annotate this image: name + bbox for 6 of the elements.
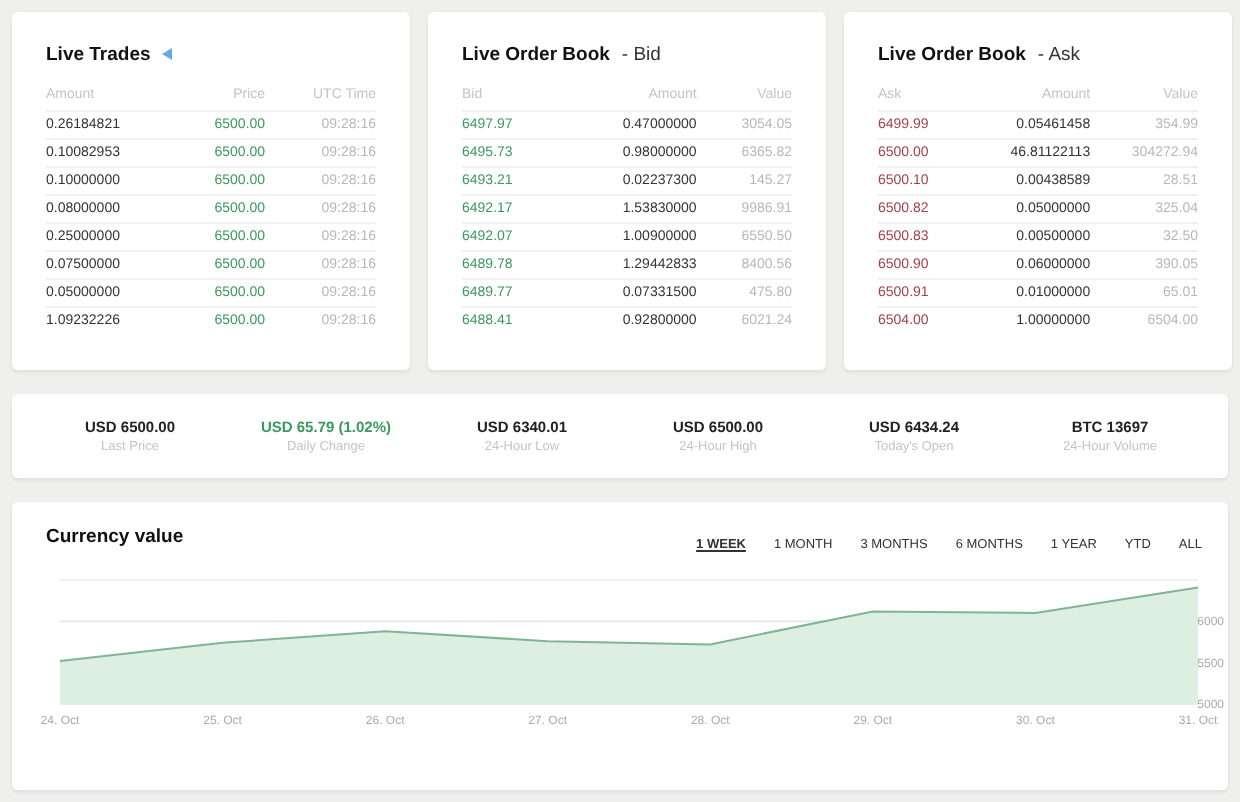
panel-title: Live Order Book [462,43,610,65]
panel-title: Live Trades [46,43,151,65]
chart-title: Currency value [46,526,184,548]
panel-subtitle: - Ask [1037,43,1081,65]
panel-subtitle: - Bid [621,43,661,65]
panel-title: Live Order Book [878,43,1026,65]
